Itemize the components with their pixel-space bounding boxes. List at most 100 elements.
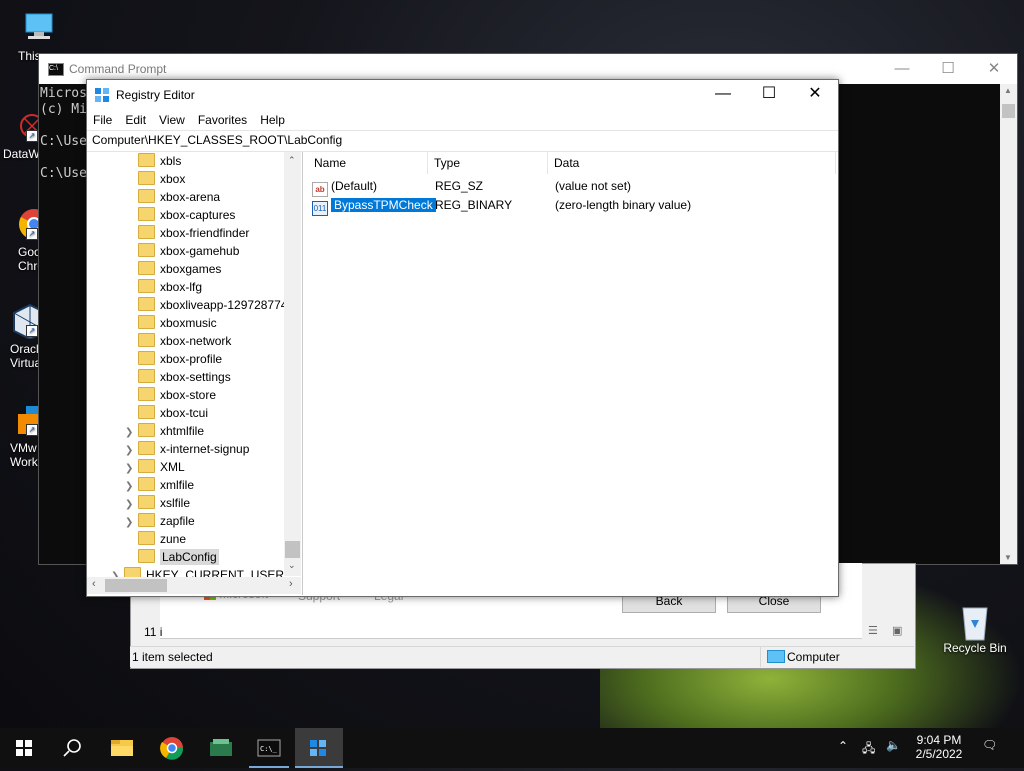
tree-item[interactable]: xbox-network	[125, 332, 231, 350]
column-header-name[interactable]: Name	[308, 152, 428, 174]
clock[interactable]: 9:04 PM 2/5/2022	[908, 733, 970, 761]
status-selection-text: 1 item selected	[132, 650, 213, 664]
svg-text:C:\_: C:\_	[260, 745, 278, 753]
network-icon[interactable]: 🖧	[862, 739, 875, 760]
tree-scroll-thumb[interactable]	[285, 541, 300, 558]
tree-item-label: xboxliveapp-1297287741	[160, 298, 295, 312]
search-button[interactable]	[48, 728, 96, 768]
tree-item-label: xbox-network	[160, 334, 232, 348]
tree-item[interactable]: ❯ XML	[125, 458, 185, 476]
folder-icon	[138, 225, 155, 239]
folder-icon	[138, 243, 155, 257]
value-type: REG_BINARY	[435, 198, 513, 212]
folder-icon	[138, 387, 155, 401]
tree-item[interactable]: xbox-settings	[125, 368, 231, 386]
registry-key-tree[interactable]: xbls xbox xbox-arena xbox-captures xbox-…	[87, 152, 303, 595]
value-row-selected[interactable]: 011 BypassTPMCheck	[312, 196, 436, 216]
this-pc-icon	[20, 10, 56, 46]
menu-file[interactable]: File	[93, 110, 118, 130]
cmd-maximize-button[interactable]: ☐	[925, 54, 971, 84]
tree-item[interactable]: xbox-arena	[125, 188, 220, 206]
menu-view[interactable]: View	[159, 110, 191, 130]
tree-item-label: xbox-tcui	[160, 406, 209, 420]
column-header-data[interactable]: Data	[548, 152, 836, 174]
tree-item[interactable]: xbox-profile	[125, 350, 222, 368]
tree-hscroll-thumb[interactable]	[105, 579, 167, 592]
tree-item-selected[interactable]: LabConfig	[125, 548, 219, 566]
windows-logo-icon	[16, 740, 32, 756]
scroll-down-arrow-icon[interactable]: ⌄	[288, 560, 296, 571]
address-bar[interactable]: Computer\HKEY_CLASSES_ROOT\LabConfig	[87, 130, 838, 152]
tree-item[interactable]: ❯ zapfile	[125, 512, 195, 530]
folder-icon	[138, 315, 155, 329]
taskbar-command-prompt[interactable]: C:\_	[245, 728, 293, 768]
tree-item-label: xbox-captures	[160, 208, 236, 222]
regedit-status-bar: 1 item selected Computer	[130, 646, 914, 667]
taskbar-chrome[interactable]	[148, 728, 196, 768]
tree-item[interactable]: xbox-friendfinder	[125, 224, 249, 242]
scroll-right-arrow-icon[interactable]: ›	[289, 578, 293, 590]
registry-values-list[interactable]: Name Type Data ab (Default) REG_SZ (value…	[308, 152, 838, 595]
tree-item[interactable]: xboxgames	[125, 260, 221, 278]
taskbar-file-explorer[interactable]	[98, 728, 146, 768]
scroll-left-arrow-icon[interactable]: ‹	[92, 578, 96, 590]
tree-item[interactable]: xbox-captures	[125, 206, 235, 224]
menu-edit[interactable]: Edit	[125, 110, 152, 130]
regedit-icon	[95, 88, 109, 102]
folder-icon	[138, 531, 155, 545]
tree-item-label: XML	[160, 460, 185, 474]
folder-icon	[138, 171, 155, 185]
taskbar-datawrapper[interactable]	[197, 728, 245, 768]
shortcut-arrow-icon: ↗	[26, 130, 38, 142]
regedit-icon	[310, 740, 326, 756]
tree-item[interactable]: xbox-store	[125, 386, 216, 404]
scroll-up-arrow-icon[interactable]: ⌃	[288, 155, 296, 166]
tree-item[interactable]: xbox-gamehub	[125, 242, 239, 260]
scroll-up-arrow-icon[interactable]: ▲	[1004, 86, 1012, 95]
cmd-scroll-thumb[interactable]	[1002, 104, 1015, 118]
taskbar-regedit[interactable]	[295, 728, 343, 768]
regedit-close-button[interactable]: ✕	[792, 80, 838, 110]
folder-icon	[138, 261, 155, 275]
tree-item[interactable]: xbox-lfg	[125, 278, 202, 296]
tree-item[interactable]: ❯ x-internet-signup	[125, 440, 249, 458]
tree-item-label: xbox-gamehub	[160, 244, 240, 258]
regedit-maximize-button[interactable]: ☐	[746, 80, 792, 110]
details-view-icon[interactable]: ☰	[868, 624, 878, 637]
regedit-minimize-button[interactable]: —	[700, 80, 746, 110]
cmd-close-button[interactable]: ✕	[971, 54, 1017, 84]
scroll-down-arrow-icon[interactable]: ▼	[1004, 553, 1012, 562]
tree-item[interactable]: xbox	[125, 170, 185, 188]
tree-item[interactable]: ❯ xslfile	[125, 494, 190, 512]
tree-vertical-scrollbar[interactable]: ⌃ ⌄	[284, 152, 301, 576]
registry-editor-window[interactable]: Registry Editor — ☐ ✕ File Edit View Fav…	[86, 79, 839, 597]
tree-item-label: xbls	[160, 154, 182, 168]
tree-item-label: LabConfig	[160, 549, 219, 565]
tree-item[interactable]: xboxmusic	[125, 314, 217, 332]
action-center-icon[interactable]: 🗨	[982, 738, 997, 752]
cmd-vertical-scrollbar[interactable]: ▲ ▼	[1000, 84, 1017, 564]
menu-help[interactable]: Help	[260, 110, 291, 130]
tree-horizontal-scrollbar[interactable]: ‹ ›	[87, 577, 301, 594]
regedit-titlebar[interactable]: Registry Editor — ☐ ✕	[87, 80, 838, 110]
cmd-minimize-button[interactable]: —	[879, 54, 925, 84]
show-hidden-icons-icon[interactable]: ⌃	[838, 739, 848, 753]
value-row[interactable]: ab (Default)	[312, 177, 378, 197]
tree-item[interactable]: zune	[125, 530, 186, 548]
folder-icon	[138, 405, 155, 419]
folder-icon	[138, 549, 155, 563]
tree-item[interactable]: ❯ xhtmlfile	[125, 422, 204, 440]
volume-icon[interactable]: 🔈	[886, 738, 901, 752]
column-header-type[interactable]: Type	[428, 152, 548, 174]
desktop-icon-recycle-bin[interactable]: Recycle Bin	[940, 602, 1010, 655]
tree-item[interactable]: xboxliveapp-1297287741	[125, 296, 294, 314]
tree-item[interactable]: xbox-tcui	[125, 404, 208, 422]
large-icons-view-icon[interactable]: ▣	[892, 624, 902, 637]
command-prompt-icon: C:\_	[257, 739, 281, 757]
start-button[interactable]	[0, 728, 48, 768]
value-name: (Default)	[331, 179, 378, 193]
tree-item[interactable]: xbls	[125, 152, 181, 170]
menu-favorites[interactable]: Favorites	[198, 110, 253, 130]
tree-item[interactable]: ❯ xmlfile	[125, 476, 194, 494]
folder-icon	[138, 207, 155, 221]
